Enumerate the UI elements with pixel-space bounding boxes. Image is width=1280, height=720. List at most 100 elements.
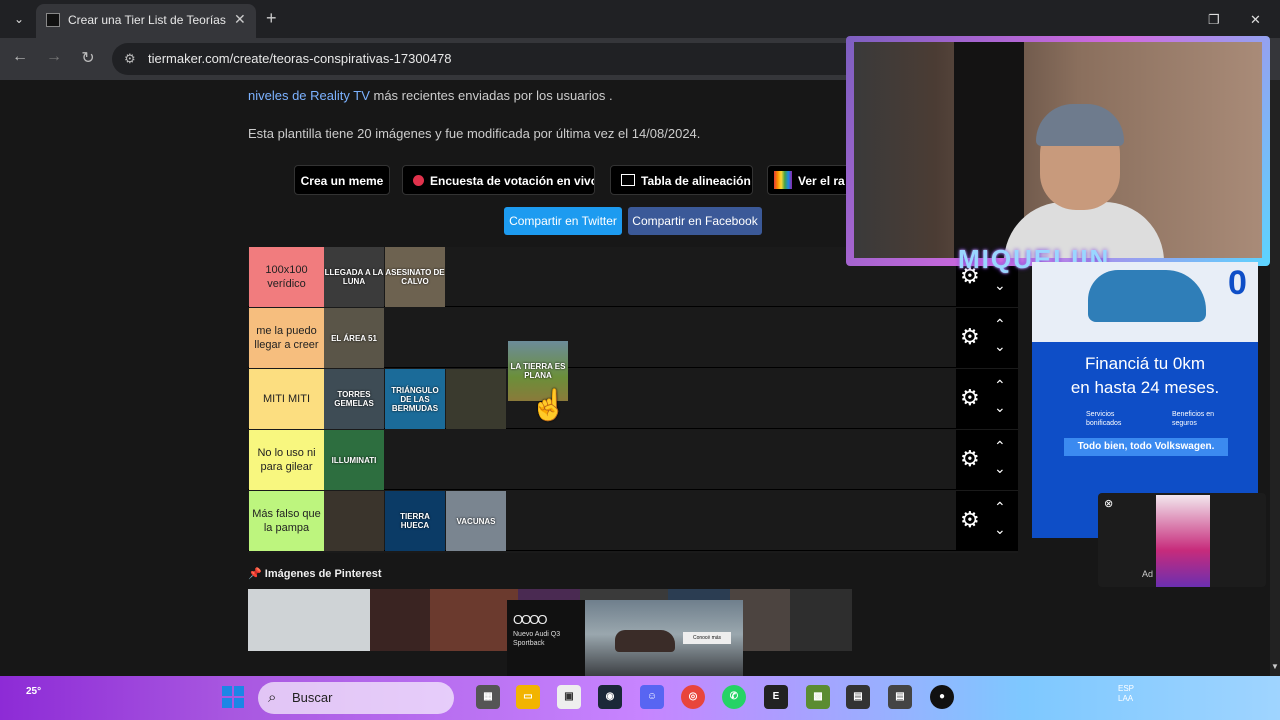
minecraft-icon[interactable]: ▩ [806,685,830,709]
tier-items: EL ÁREA 51 [324,308,956,368]
obs-icon[interactable]: ● [930,685,954,709]
chrome-icon[interactable]: ◎ [681,685,705,709]
restore-window-icon[interactable]: ❐ [1208,12,1220,28]
tab-title: Crear una Tier List de Teorías C [68,13,228,27]
create-meme-button[interactable]: Crea un meme [294,165,390,195]
tier-label[interactable]: me la puedo llegar a creer [249,308,324,368]
share-facebook-button[interactable]: Compartir en Facebook [628,207,762,235]
vw-cta-button[interactable]: Todo bien, todo Volkswagen. [1064,438,1228,456]
description-line: niveles de Reality TV más recientes envi… [248,88,613,103]
close-ad-icon[interactable]: ⊗ [1104,497,1113,510]
close-window-icon[interactable]: ✕ [1250,12,1261,28]
gear-icon[interactable]: ⚙ [960,326,980,348]
room-door [954,42,1024,258]
search-icon: ⌕ [268,689,277,706]
audi-ad-banner[interactable]: OOOO Nuevo Audi Q3 Sportback Conocé más [507,600,743,676]
gear-icon[interactable]: ⚙ [960,387,980,409]
pinterest-image[interactable] [790,589,852,651]
discord-icon[interactable]: ☺ [640,685,664,709]
tier-row: me la puedo llegar a creer EL ÁREA 51 ⚙ ⌃ ⌄ [248,308,1018,368]
tier-items: TIERRA HUECA VACUNAS [324,491,956,551]
url-field[interactable]: ⚙ tiermaker.com/create/teoras-conspirati… [112,43,872,75]
pin-icon: 📌 [248,568,262,580]
table-icon [621,174,635,186]
reload-icon[interactable]: ↻ [78,48,98,68]
taskbar-search[interactable]: ⌕ Buscar [258,682,454,714]
pinterest-heading-text: Imágenes de Pinterest [264,568,382,580]
store-icon[interactable]: ▣ [557,685,581,709]
description-text: más recientes enviadas por los usuarios … [369,88,613,103]
move-down-icon[interactable]: ⌄ [994,399,1006,416]
move-down-icon[interactable]: ⌄ [994,277,1006,294]
pinterest-heading: 📌 Imágenes de Pinterest [248,567,382,580]
tier-items: ILLUMINATI [324,430,956,490]
language-indicator[interactable]: ESP LAA [1118,684,1134,704]
close-tab-icon[interactable]: ✕ [234,11,246,28]
pinterest-image[interactable] [430,589,518,651]
gear-icon[interactable]: ⚙ [960,448,980,470]
tier-item-image[interactable]: ILLUMINATI [324,430,384,490]
live-poll-label: Encuesta de votación en vivo [430,174,595,188]
epic-games-icon[interactable]: E [764,685,788,709]
gear-icon[interactable]: ⚙ [960,509,980,531]
tier-item-image[interactable] [324,491,384,551]
browser-tab[interactable]: Crear una Tier List de Teorías C ✕ [36,4,256,38]
vw-headline-1: Financiá tu 0km [1085,354,1205,373]
template-info: Esta plantilla tiene 20 imágenes y fue m… [248,126,701,141]
new-tab-icon[interactable]: + [266,8,277,28]
tier-row: Más falso que la pampa TIERRA HUECA VACUNA… [248,491,1018,551]
live-poll-button[interactable]: Encuesta de votación en vivo [402,165,595,195]
tab-search-icon[interactable]: ⌄ [8,8,30,30]
pinterest-image[interactable] [248,589,370,651]
vw-benefit-1: Servicios bonificados [1086,411,1122,427]
weather-widget[interactable]: 25° [26,686,41,697]
file-explorer-icon[interactable]: ▭ [516,685,540,709]
audi-logo-icon: OOOO [513,612,547,627]
tier-label[interactable]: MITI MITI [249,369,324,429]
reality-tv-link[interactable]: niveles de Reality TV [248,88,370,103]
tier-item-image[interactable]: LLEGADA A LA LUNA [324,247,384,307]
tier-label[interactable]: No lo uso ni para gilear [249,430,324,490]
tier-row: MITI MITI TORRES GEMELAS TRIÁNGULO DE LAS … [248,369,1018,429]
scrollbar[interactable] [1270,80,1280,676]
move-down-icon[interactable]: ⌄ [994,521,1006,538]
share-twitter-button[interactable]: Compartir en Twitter [504,207,622,235]
video-mini-ad[interactable]: ⊗ Ad [1098,493,1266,587]
tier-label[interactable]: Más falso que la pampa [249,491,324,551]
app-icon[interactable]: ▤ [846,685,870,709]
site-info-icon[interactable]: ⚙ [124,51,136,67]
move-down-icon[interactable]: ⌄ [994,460,1006,477]
back-icon[interactable]: ← [10,48,30,66]
tier-label[interactable]: 100x100 verídico [249,247,324,307]
product-bottle-image [1156,495,1210,587]
tier-item-image[interactable]: EL ÁREA 51 [324,308,384,368]
forward-icon[interactable]: → [44,48,64,66]
tier-controls: ⚙ ⌃ ⌄ [956,369,1018,429]
windows-start-icon[interactable] [222,686,244,708]
whatsapp-icon[interactable]: ✆ [722,685,746,709]
tier-item-image[interactable]: TIERRA HUECA [385,491,445,551]
audi-car-image: Conocé más [585,600,743,676]
move-up-icon[interactable]: ⌃ [994,438,1006,455]
audi-ad-text: Nuevo Audi Q3 Sportback [513,631,561,647]
audi-cta-button[interactable]: Conocé más [683,632,731,644]
tier-item-image[interactable]: TORRES GEMELAS [324,369,384,429]
move-up-icon[interactable]: ⌃ [994,316,1006,333]
alignment-chart-button[interactable]: Tabla de alineación [610,165,753,195]
view-ranking-button[interactable]: Ver el ra [767,165,847,195]
app-icon-2[interactable]: ▤ [888,685,912,709]
tier-item-image[interactable]: ASESINATO DE CALVO [385,247,445,307]
tier-item-image[interactable] [446,369,506,429]
steam-icon[interactable]: ◉ [598,685,622,709]
url-text: tiermaker.com/create/teoras-conspirativa… [148,51,452,66]
tier-item-image[interactable]: VACUNAS [446,491,506,551]
tier-controls: ⚙ ⌃ ⌄ [956,491,1018,551]
scroll-down-icon[interactable]: ▼ [1270,662,1280,674]
move-up-icon[interactable]: ⌃ [994,499,1006,516]
language-code: ESP [1118,684,1135,693]
task-view-icon[interactable]: ▦ [476,685,500,709]
move-up-icon[interactable]: ⌃ [994,377,1006,394]
pinterest-image[interactable] [370,589,430,651]
tier-item-image[interactable]: TRIÁNGULO DE LAS BERMUDAS [385,369,445,429]
move-down-icon[interactable]: ⌄ [994,338,1006,355]
